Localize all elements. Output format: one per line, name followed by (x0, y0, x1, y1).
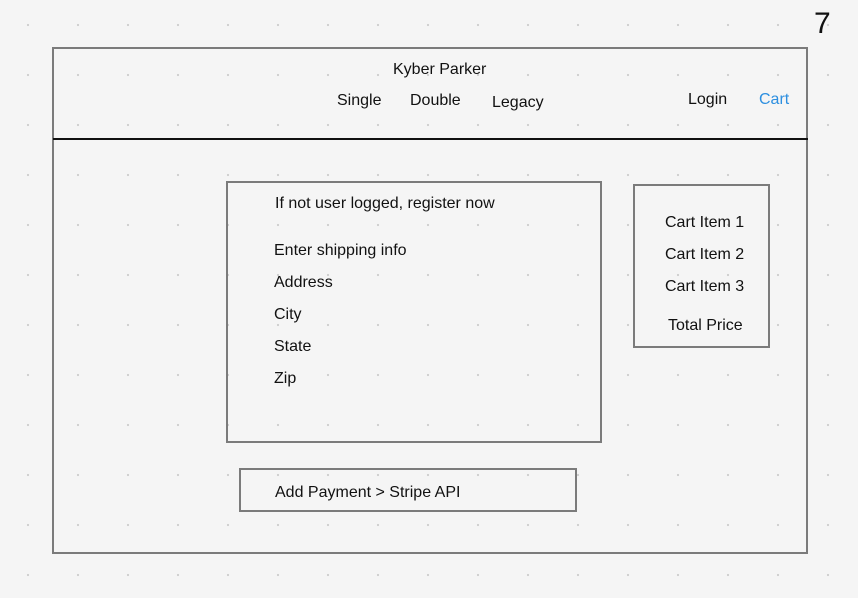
city-field[interactable]: City (274, 305, 302, 325)
shipping-heading: Enter shipping info (274, 242, 407, 259)
nav-link-cart[interactable]: Cart (759, 90, 789, 110)
cart-item: Cart Item 1 (665, 214, 745, 231)
site-title[interactable]: Kyber Parker (393, 60, 486, 80)
register-prompt[interactable]: If not user logged, register now (275, 194, 495, 214)
cart-item: Cart Item 3 (665, 278, 745, 295)
total-price: Total Price (668, 317, 743, 334)
state-field[interactable]: State (274, 337, 311, 357)
add-payment-label: Add Payment > Stripe API (275, 484, 461, 501)
nav-link-legacy[interactable]: Legacy (492, 93, 544, 113)
cart-item: Cart Item 2 (665, 246, 745, 263)
page-number: 7 (814, 7, 831, 40)
nav-link-login[interactable]: Login (688, 90, 727, 110)
nav-link-double[interactable]: Double (410, 91, 461, 111)
header-divider (53, 138, 808, 140)
address-field[interactable]: Address (274, 273, 333, 293)
zip-field[interactable]: Zip (274, 369, 296, 389)
nav-link-single[interactable]: Single (337, 91, 381, 111)
